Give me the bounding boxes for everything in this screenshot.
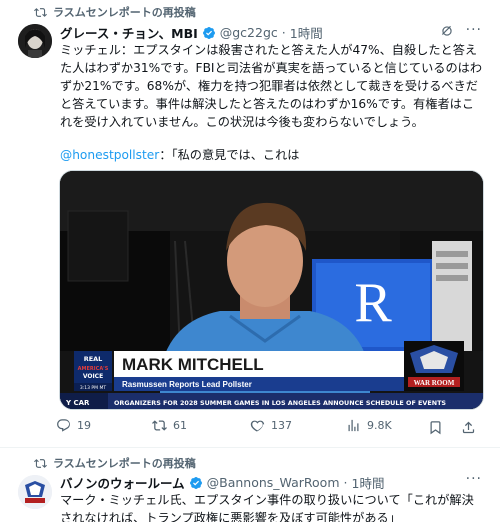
network-logo-line1: REAL bbox=[84, 355, 103, 363]
repost-count: 61 bbox=[173, 419, 187, 432]
verified-badge-icon bbox=[202, 26, 215, 39]
tweet-body: マーク・ミッチェル氏、エプスタイン事件の取り扱いについて「これが解決 されなけれ… bbox=[60, 491, 485, 522]
views-chart-icon bbox=[348, 419, 359, 432]
lower-third-name: MARK MITCHELL bbox=[122, 355, 264, 374]
separator-dot: · bbox=[281, 25, 286, 40]
timestamp[interactable]: 1時間 bbox=[290, 23, 323, 42]
body-line: れを受け入れていません。この状況は今後も変わらないでしょう。 bbox=[60, 115, 424, 129]
view-count: 9.8K bbox=[367, 419, 392, 432]
repost-icon bbox=[152, 420, 167, 431]
grok-icon[interactable] bbox=[440, 24, 454, 38]
tweet-bannons-warroom[interactable]: ラスムセンレポートの再投稿 バノンのウォールーム @Bannons_WarRoo… bbox=[0, 449, 500, 522]
author-name[interactable]: グレース・チョン、MBI bbox=[60, 23, 198, 42]
timestamp[interactable]: 1時間 bbox=[352, 473, 385, 492]
ticker-left: Y CAR bbox=[65, 399, 90, 407]
repost-indicator: ラスムセンレポートの再投稿 bbox=[34, 455, 196, 471]
more-options-icon[interactable]: ··· bbox=[466, 22, 482, 38]
repost-label[interactable]: ラスムセンレポートの再投稿 bbox=[53, 455, 196, 471]
share-icon[interactable] bbox=[461, 420, 476, 435]
clock-readout: 3:13 PM MT bbox=[80, 385, 106, 391]
quote-text: ：「私の意見では、これは bbox=[159, 148, 300, 162]
reply-button[interactable]: 19 bbox=[56, 418, 91, 433]
video-player[interactable]: R REAL AMERICA'S VOICE 3:13 PM MT MARK M… bbox=[59, 170, 484, 410]
body-line: と答えています。事件は解決したと答えたのはわずか16%です。有権者はこ bbox=[60, 97, 475, 111]
body-line: されなければ、トランプ政権に悪影響を及ぼす可能性がある」 bbox=[60, 511, 401, 522]
tweet-body: ミッチェル：エプスタインは殺害されたと答えた人が47%、自殺したと答え た人はわ… bbox=[60, 41, 485, 131]
avatar[interactable] bbox=[18, 24, 52, 58]
tweet-header: バノンのウォールーム @Bannons_WarRoom · 1時間 bbox=[60, 473, 384, 492]
avatar[interactable] bbox=[18, 475, 52, 509]
author-name[interactable]: バノンのウォールーム bbox=[60, 473, 185, 492]
lower-third-title: Rasmussen Reports Lead Pollster bbox=[122, 380, 252, 389]
tweet-grace-chong[interactable]: ラスムセンレポートの再投稿 グレース・チョン、MBI @gc22gc · 1時間… bbox=[0, 0, 500, 448]
body-line: ミッチェル：エプスタインは殺害されたと答えた人が47%、自殺したと答え bbox=[60, 43, 478, 57]
more-options-icon[interactable]: ··· bbox=[466, 471, 482, 487]
repost-indicator: ラスムセンレポートの再投稿 bbox=[34, 4, 196, 20]
show-logo: WAR ROOM bbox=[414, 379, 455, 387]
reply-icon bbox=[57, 419, 70, 432]
body-line: ずか21%です。68%が、権力を持つ犯罪者は依然として裁きを受けるべきだ bbox=[60, 79, 478, 93]
author-handle[interactable]: @Bannons_WarRoom bbox=[207, 475, 340, 490]
repost-label[interactable]: ラスムセンレポートの再投稿 bbox=[53, 4, 196, 20]
views-button[interactable]: 9.8K bbox=[346, 418, 392, 433]
body-line: マーク・ミッチェル氏、エプスタイン事件の取り扱いについて「これが解決 bbox=[60, 493, 474, 507]
repost-icon bbox=[34, 458, 47, 468]
monitor-letter: R bbox=[354, 272, 392, 334]
repost-button[interactable]: 61 bbox=[152, 418, 187, 433]
like-count: 137 bbox=[271, 419, 292, 432]
tweet-actions: 19 61 137 9.8K bbox=[56, 418, 488, 440]
mention-link[interactable]: @honestpollster bbox=[60, 148, 159, 162]
author-handle[interactable]: @gc22gc bbox=[220, 25, 278, 40]
tweet-header: グレース・チョン、MBI @gc22gc · 1時間 bbox=[60, 23, 323, 42]
verified-badge-icon bbox=[189, 476, 202, 489]
network-logo-line3: VOICE bbox=[83, 373, 103, 380]
bookmark-icon[interactable] bbox=[428, 420, 443, 435]
network-logo-line2: AMERICA'S bbox=[78, 366, 109, 372]
reply-count: 19 bbox=[77, 419, 91, 432]
ticker-text: ORGANIZERS FOR 2028 SUMMER GAMES IN LOS … bbox=[114, 399, 446, 407]
heart-icon bbox=[250, 420, 265, 432]
body-line: た人はわずか31%です。FBIと司法省が真実を語っていると信じているのはわ bbox=[60, 61, 483, 75]
avatar-portrait-image bbox=[18, 24, 52, 58]
like-button[interactable]: 137 bbox=[250, 418, 292, 433]
war-room-logo-image bbox=[18, 475, 52, 509]
repost-icon bbox=[34, 7, 47, 17]
separator-dot: · bbox=[343, 475, 348, 490]
quote-line: @honestpollster：「私の意見では、これは bbox=[60, 145, 299, 163]
video-frame: R REAL AMERICA'S VOICE 3:13 PM MT MARK M… bbox=[60, 171, 483, 409]
